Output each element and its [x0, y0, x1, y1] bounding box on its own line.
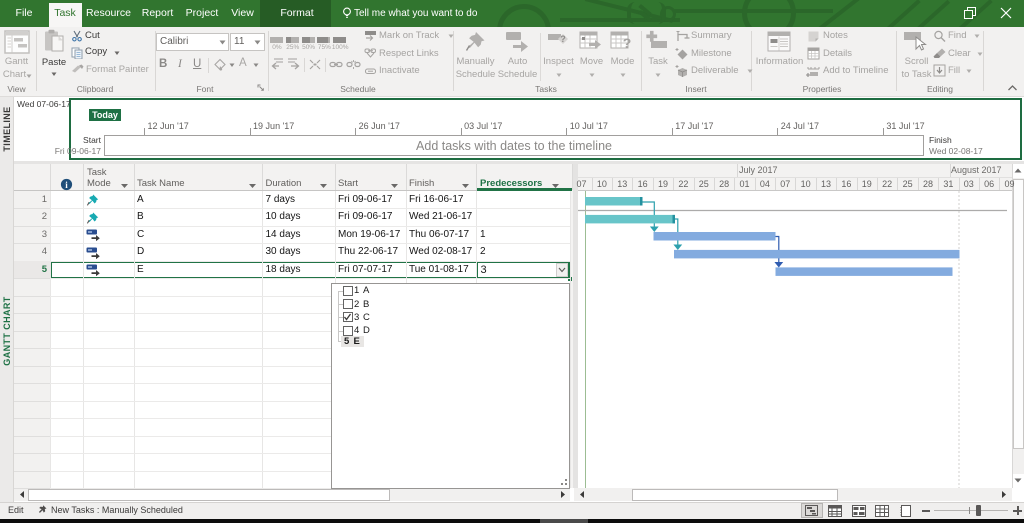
- svg-text:?: ?: [560, 34, 566, 44]
- svg-text:?: ?: [623, 35, 632, 51]
